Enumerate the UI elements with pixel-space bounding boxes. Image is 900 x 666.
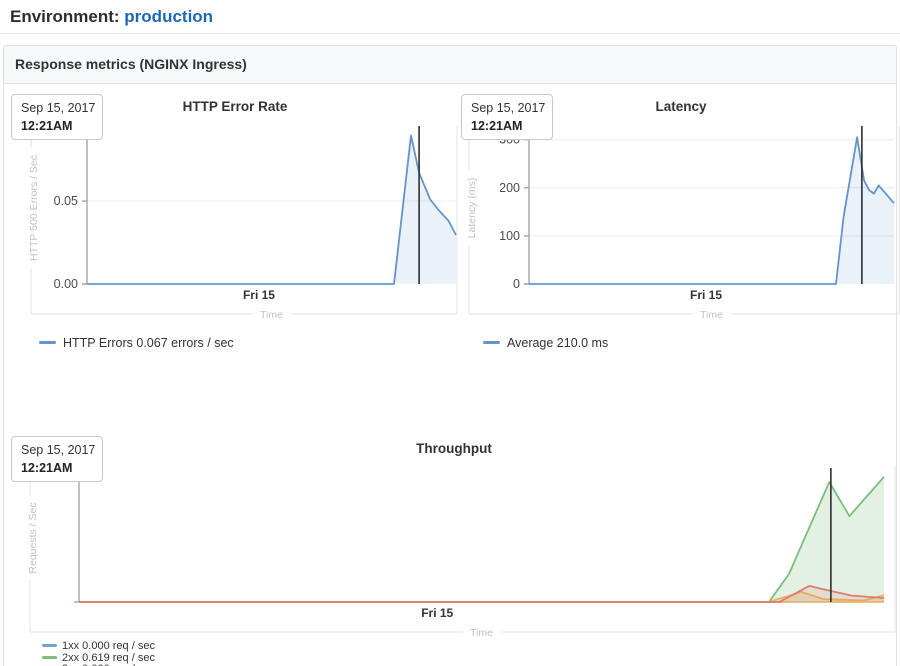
- legend-marker-icon: [42, 656, 57, 659]
- x-tick-label: Fri 15: [690, 288, 722, 302]
- legend-label: 1xx 0.000 req / sec: [62, 640, 155, 652]
- y-tick-label: 0.00: [54, 277, 78, 291]
- tooltip-date: Sep 15, 2017: [21, 101, 93, 115]
- legend-item: Average 210.0 ms: [483, 336, 608, 350]
- legend-label: Average 210.0 ms: [507, 336, 608, 350]
- x-axis-label: Time: [470, 627, 493, 639]
- series-2xx-area: [79, 477, 884, 602]
- y-axis-label: HTTP 500 Errors / Sec: [28, 155, 40, 261]
- tooltip-time: 12:21AM: [21, 461, 93, 475]
- x-tick-label: Fri 15: [243, 288, 275, 302]
- latency-legend: Average 210.0 ms: [483, 336, 608, 352]
- legend-marker-icon: [483, 341, 500, 344]
- panel-body: HTTP Error Rate HTTP 500 Errors / SecTim…: [4, 84, 896, 666]
- legend-marker-icon: [39, 341, 56, 344]
- panel-title: Response metrics (NGINX Ingress): [15, 56, 247, 72]
- chart-title-throughput: Throughput: [11, 441, 897, 456]
- legend-label: 2xx 0.619 req / sec: [62, 652, 155, 664]
- http-error-rate-plot[interactable]: HTTP 500 Errors / Sec Time 0.00 0.05 Fri 15: [11, 124, 459, 324]
- series-4xx-line: [79, 592, 884, 602]
- x-axis-label: Time: [260, 309, 283, 321]
- y-tick-label: 200: [499, 181, 520, 195]
- legend-label: HTTP Errors 0.067 errors / sec: [63, 336, 234, 350]
- legend-item: HTTP Errors 0.067 errors / sec: [39, 336, 234, 350]
- tooltip-date: Sep 15, 2017: [471, 101, 543, 115]
- x-axis-label: Time: [700, 309, 723, 321]
- http-error-rate-chart: HTTP Error Rate HTTP 500 Errors / SecTim…: [11, 94, 459, 394]
- series-2xx-line: [79, 477, 884, 602]
- throughput-legend: 1xx 0.000 req / sec2xx 0.619 req / sec3x…: [42, 641, 155, 666]
- environment-link[interactable]: production: [124, 7, 213, 26]
- y-tick-label: 0.05: [54, 194, 78, 208]
- chart-tooltip: Sep 15, 2017 12:21AM: [11, 436, 103, 482]
- series-HTTP Errors-area: [87, 136, 456, 285]
- tooltip-date: Sep 15, 2017: [21, 443, 93, 457]
- tooltip-time: 12:21AM: [21, 119, 93, 133]
- throughput-plot[interactable]: Requests / Sec Time Fri 15: [11, 464, 897, 644]
- throughput-chart: Throughput Requests / Sec Time Fri 15 1xx …: [11, 436, 897, 666]
- chart-tooltip: Sep 15, 2017 12:21AM: [461, 94, 553, 140]
- response-metrics-panel: Response metrics (NGINX Ingress) HTTP Er…: [3, 45, 897, 666]
- latency-plot[interactable]: Latency (ms)Time0100200300Fri 15: [461, 124, 900, 324]
- tooltip-time: 12:21AM: [471, 119, 543, 133]
- y-tick-label: 0: [513, 277, 520, 291]
- http-error-rate-legend: HTTP Errors 0.067 errors / sec: [39, 336, 234, 352]
- y-tick-label: 100: [499, 229, 520, 243]
- chart-tooltip: Sep 15, 2017 12:21AM: [11, 94, 103, 140]
- series-Average-line: [529, 137, 894, 284]
- environment-header: Environment: production: [10, 7, 213, 27]
- series-4xx-area: [79, 592, 884, 602]
- header-divider: [0, 33, 900, 34]
- series-5xx-area: [79, 586, 884, 602]
- environment-label: Environment:: [10, 7, 120, 26]
- latency-chart: Latency Latency (ms)Time0100200300Fri 15…: [461, 94, 900, 394]
- y-axis-label: Requests / Sec: [27, 502, 39, 573]
- series-5xx-line: [79, 586, 884, 602]
- x-tick-label: Fri 15: [421, 606, 453, 620]
- legend-marker-icon: [42, 644, 57, 647]
- y-axis-label: Latency (ms): [466, 178, 478, 239]
- panel-header: Response metrics (NGINX Ingress): [4, 46, 896, 84]
